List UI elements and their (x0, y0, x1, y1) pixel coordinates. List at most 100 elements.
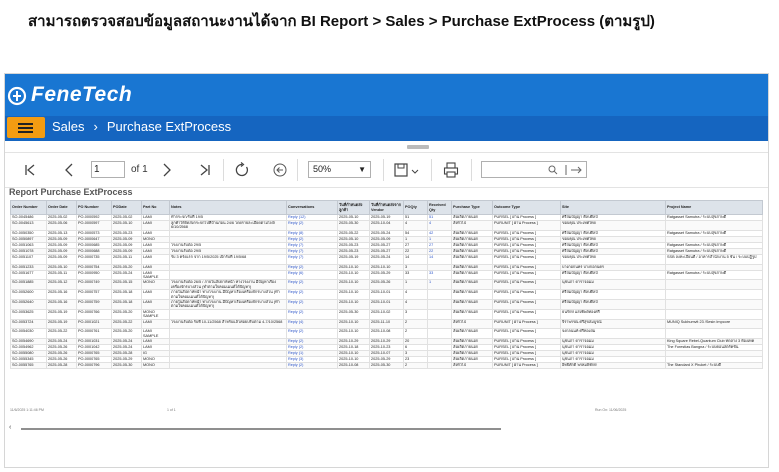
menu-button[interactable] (7, 117, 45, 138)
search-icon[interactable] (548, 165, 558, 175)
table-cell: PURSEL [ ผ่าน Process ] (492, 269, 561, 281)
report-footer: 11/6/2025 1:11:46 PM 1 of 1 Run On: 11/0… (10, 408, 762, 414)
table-cell: สั่งผลิตภายนอก (451, 253, 493, 265)
column-header[interactable]: PODate (111, 200, 142, 215)
zoom-select[interactable]: 50% ▼ (308, 161, 371, 178)
table-cell (427, 298, 452, 310)
nav-bar: Sales › Purchase ExtProcess (5, 116, 768, 141)
conversation-link[interactable]: Reply (2) (286, 289, 338, 300)
table-cell: โรงงานรับต่อ รับที่ 10-11/2568 สำหรับแล้… (169, 318, 287, 330)
column-header[interactable]: Received Qty (427, 200, 452, 215)
table-cell: PURSEL [ ผ่าน Process ] (492, 279, 561, 291)
table-cell: SSB ลงทะเบียนดี / อาคารสำนักงาน 5 ชั้น /… (665, 253, 763, 265)
next-page-icon[interactable] (160, 161, 174, 179)
conversation-link[interactable]: Reply (4) (286, 318, 338, 330)
column-header[interactable]: PO Number (76, 200, 112, 215)
column-header[interactable]: Project Name (665, 200, 763, 215)
table-cell: The Standard X Phuket / ระบบดี (665, 362, 763, 370)
table-cell: PO-0000749 (76, 279, 112, 291)
column-header[interactable]: Order Date (46, 200, 77, 215)
column-header[interactable]: Purchase Type (451, 200, 493, 215)
table-cell: SO-0054030 (10, 328, 47, 340)
column-header[interactable]: Order Number (10, 200, 47, 215)
breadcrumb-item-sales[interactable]: Sales (52, 119, 85, 134)
save-icon[interactable] (393, 161, 421, 179)
conversation-link[interactable]: Reply (2) (286, 308, 338, 320)
table-cell: PO-0000597 (76, 220, 112, 231)
table-row[interactable]: SO-0053724 2025-05-19 PO-0001021 2025-05-22… (10, 318, 763, 330)
back-icon[interactable] (272, 161, 288, 179)
table-cell: โรงงานรับต่อ 26/5 / ภายในสัปดาห์หน้า ทาง… (169, 279, 287, 291)
table-cell (169, 269, 287, 281)
table-row[interactable]: SO-0054030 2025-05-22 PO-0000761 2025-05-20… (10, 328, 763, 340)
column-header[interactable]: Notes (169, 200, 287, 215)
logo-icon (7, 86, 27, 106)
table-cell: PO-0000950 (76, 269, 112, 281)
prev-page-icon[interactable] (62, 161, 76, 179)
table-cell (665, 220, 763, 231)
table-cell: 2025-05-30 (337, 308, 370, 320)
page-number-input[interactable]: 1 (91, 161, 125, 178)
table-row[interactable]: SO-0053625 2025-05-19 PO-0000766 2025-05-20… (10, 308, 763, 320)
table-cell (169, 308, 287, 320)
column-header[interactable]: Part No (141, 200, 170, 215)
table-cell: MONO SAMPLE (141, 308, 170, 320)
conversation-link[interactable]: Reply (2) (286, 298, 338, 310)
table-cell: 33 (427, 269, 452, 281)
report-toolbar: 1 of 1 50% ▼ (5, 152, 768, 188)
conversation-link[interactable]: Reply (2) (286, 220, 338, 231)
column-header[interactable]: Outcome Type (492, 200, 561, 215)
table-cell: สั่งผลิตภายนอก (451, 298, 493, 310)
table-cell: 2025-05-22 (46, 328, 77, 340)
table-cell: สั่งผลิตภายนอก (451, 279, 493, 291)
table-cell: PO-0000759 (76, 298, 112, 310)
column-header[interactable]: วันที่กำหนดส่งลูกค้า (337, 200, 370, 215)
table-row[interactable]: SO-0051677 2025-05-11 PO-0000950 2025-05-24… (10, 269, 763, 281)
table-cell: 2025-10-10 (337, 318, 370, 330)
table-cell: จิราพรรณ ศรีสุขสมบูรณ์ (560, 318, 666, 330)
table-cell: 2025-05-18 (111, 298, 142, 310)
print-icon[interactable] (443, 161, 459, 179)
column-header[interactable]: Site (560, 200, 666, 215)
column-header[interactable]: วันที่กำหนดส่งจาก Vendor (369, 200, 404, 215)
table-cell: PO-0001021 (76, 318, 112, 330)
conversation-link[interactable]: Reply (7) (286, 253, 338, 265)
table-cell: PO-0000766 (76, 308, 112, 320)
column-header[interactable]: POQty (403, 200, 428, 215)
table-row[interactable]: SO-0052600 2025-05-16 PO-0000757 2025-05-18… (10, 289, 763, 300)
conversation-link[interactable]: Reply (2) (286, 279, 338, 291)
scroll-left-icon[interactable]: ‹ (9, 424, 11, 431)
table-row[interactable]: SO-0052640 2025-05-16 PO-0000759 2025-05-18… (10, 298, 763, 310)
conversation-link[interactable]: Reply (2) (286, 328, 338, 340)
toolbar-grip[interactable] (407, 145, 429, 149)
column-header[interactable]: Conversations (286, 200, 338, 215)
table-cell: 2025-05-19 (46, 318, 77, 330)
table-cell: LAMI (141, 220, 170, 231)
table-cell: PURSEL [ ผ่าน Process ] (492, 289, 561, 300)
conversation-link[interactable]: Reply (6) (286, 269, 338, 281)
last-page-icon[interactable] (198, 161, 212, 179)
table-cell: 4 (403, 220, 428, 231)
table-cell: ศรีสมบัญญา ศิลปศิลป์ (560, 298, 666, 310)
table-cell: 2025-05-12 (46, 279, 77, 291)
footer-run-date: Run On: 11/06/2025 (595, 408, 627, 412)
table-row[interactable]: SO-0051107 2025-05-09 PO-0000735 2025-05-11… (10, 253, 763, 265)
find-next-icon[interactable] (564, 164, 584, 176)
table-row[interactable]: SO-0051885 2025-05-12 PO-0000749 2025-05-15… (10, 279, 763, 291)
refresh-icon[interactable] (234, 161, 250, 179)
table-cell: PURSEL [ ผ่าน Process ] (492, 298, 561, 310)
footer-print-time: 11/6/2025 1:11:46 PM (10, 408, 44, 412)
table-cell: 14 (403, 253, 428, 265)
toolbar-divider (297, 159, 298, 181)
hamburger-icon (18, 131, 33, 133)
table-cell: 2 (403, 318, 428, 330)
table-cell: รับ 3 ครั้งแรก จาก 19/5/2025 เบิกรับที่ … (169, 253, 287, 265)
table-row[interactable]: SO-0055765 2025-05-28 PO-0000796 2025-05-30… (10, 362, 763, 370)
first-page-icon[interactable] (23, 161, 37, 179)
find-input[interactable] (481, 161, 587, 178)
conversation-link[interactable]: Reply (2) (286, 362, 338, 370)
table-cell: 4 (403, 298, 428, 310)
horizontal-scrollbar[interactable] (21, 428, 501, 430)
table-row[interactable]: SO-0045613 2025-05-06 PO-0000597 2025-05-10… (10, 220, 763, 231)
table-cell: 2025-05-16 (46, 298, 77, 310)
